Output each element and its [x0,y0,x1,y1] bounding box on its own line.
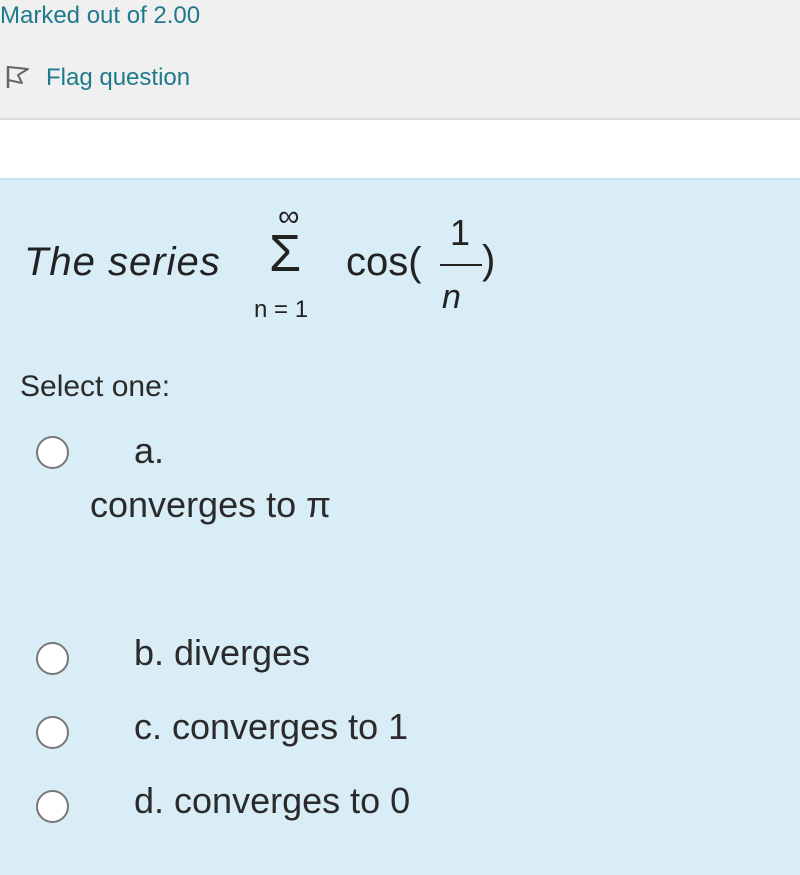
flag-icon [4,62,32,95]
option-a-text[interactable]: converges to π [90,484,331,526]
formula-lead-text: The series [24,240,221,284]
select-one-label: Select one: [20,370,171,403]
fraction-bar [440,264,482,266]
marked-out-of-label: Marked out of 2.00 [0,2,201,29]
option-c-radio[interactable] [36,716,69,749]
question-info-panel: Marked out of 2.00 Flag question [0,0,800,120]
option-d-radio[interactable] [36,790,69,823]
option-d-text[interactable]: d. converges to 0 [134,780,410,822]
option-a-radio[interactable] [36,436,69,469]
flag-question-label: Flag question [46,64,191,91]
fraction-numerator: 1 [450,212,471,253]
option-b-text[interactable]: b. diverges [134,632,310,674]
option-b-radio[interactable] [36,642,69,675]
closing-paren: ) [482,238,496,282]
series-formula: The series ∞ Σ n = 1 cos( 1 n ) [24,200,624,332]
cos-function: cos( [346,240,422,284]
option-a-label[interactable]: a. [134,430,164,472]
fraction-denominator: n [442,278,461,316]
sum-lower-limit: n = 1 [254,296,309,323]
flag-question-link[interactable]: Flag question [4,60,190,96]
option-c-text[interactable]: c. converges to 1 [134,706,408,748]
question-content-panel: The series ∞ Σ n = 1 cos( 1 n ) Select o… [0,178,800,875]
sigma-symbol: Σ [269,225,302,283]
